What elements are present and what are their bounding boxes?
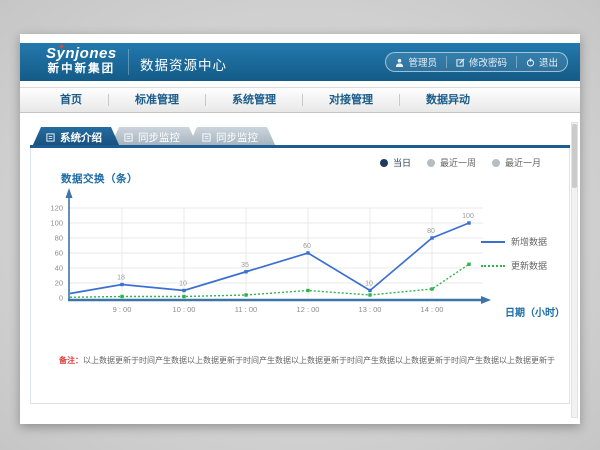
svg-text:80: 80 [427,228,435,235]
logout-label: 退出 [539,55,558,69]
tab-underline [30,145,570,148]
logout-button[interactable]: 退出 [516,56,567,68]
nav-item-4[interactable]: 对接管理 [303,88,399,112]
svg-text:11 : 00: 11 : 00 [235,305,257,314]
footnote: 备注：以上数据更新于时间产生数据以上数据更新于时间产生数据以上数据更新于时间产生… [59,355,561,366]
tab-label: 同步监控 [216,130,258,145]
x-axis-title: 日期（小时） [505,304,565,319]
brand-name-cn: 新中新集团 [46,62,117,77]
svg-text:18: 18 [117,275,125,282]
tab-bar: 系统介绍 同步监控 同步监控 [32,127,266,147]
radio-unselected-icon [427,159,435,167]
svg-text:12 : 00: 12 : 00 [297,305,320,314]
nav-item-1[interactable]: 首页 [34,88,108,112]
svg-text:80: 80 [55,234,63,243]
scrollbar-track[interactable] [571,122,578,418]
legend-line-sample [481,241,505,243]
legend-label: 新增数据 [511,235,547,248]
svg-text:35: 35 [241,262,249,269]
footnote-text: 以上数据更新于时间产生数据以上数据更新于时间产生数据以上数据更新于时间产生数据以… [83,356,555,365]
nav-item-3[interactable]: 系统管理 [206,88,302,112]
app-window: Synjones 新中新集团 数据资源中心 管理员 修改密码 [20,34,580,424]
svg-text:10 : 00: 10 : 00 [173,305,196,314]
user-menu[interactable]: 管理员 [386,56,446,68]
svg-text:120: 120 [50,204,63,213]
brand-name-en: Synjones [46,46,117,62]
user-name: 管理员 [408,55,437,69]
scrollbar-thumb[interactable] [572,124,577,188]
change-password-label: 修改密码 [469,55,507,69]
tab-2[interactable]: 同步监控 [110,127,198,147]
tab-doc-icon [46,133,55,142]
content-panel: 当日最近一周最近一月 数据交换（条） 0204060801001209 : 00… [30,147,570,404]
legend-line-sample [481,265,505,267]
change-password-button[interactable]: 修改密码 [446,56,516,68]
svg-text:14 : 00: 14 : 00 [421,305,444,314]
tab-label: 同步监控 [138,130,180,145]
svg-text:100: 100 [462,213,474,220]
header-divider [128,49,129,75]
tab-label: 系统介绍 [60,130,102,145]
tab-doc-icon [124,133,133,142]
legend-label: 更新数据 [511,259,547,272]
page-title: 数据资源中心 [140,54,227,74]
chart-legend: 新增数据更新数据 [481,235,547,272]
svg-text:10: 10 [179,281,187,288]
svg-text:100: 100 [50,219,63,228]
svg-text:60: 60 [55,249,63,258]
legend-item-2: 更新数据 [481,259,547,272]
legend-item-1: 新增数据 [481,235,547,248]
brand-text: Synjones [46,45,117,62]
svg-text:60: 60 [303,243,311,250]
radio-unselected-icon [492,159,500,167]
svg-text:10: 10 [365,281,373,288]
svg-text:20: 20 [55,279,63,288]
footnote-label: 备注： [59,356,83,365]
user-icon [395,58,404,67]
tab-1[interactable]: 系统介绍 [32,127,120,147]
svg-text:13 : 00: 13 : 00 [359,305,382,314]
main-nav: 首页标准管理系统管理对接管理数据异动 [20,87,580,113]
tab-3[interactable]: 同步监控 [188,127,276,147]
svg-text:40: 40 [55,264,63,273]
svg-text:0: 0 [59,294,63,303]
radio-selected-icon [380,159,388,167]
line-chart: 0 20 40 60 80 100 120 9 : 00 10 : 00 11 : 00 12 : … [41,167,511,319]
svg-text:9 : 00: 9 : 00 [113,305,132,314]
brand-logo: Synjones 新中新集团 [46,46,117,77]
edit-icon [456,58,465,67]
power-icon [526,58,535,67]
nav-item-2[interactable]: 标准管理 [109,88,205,112]
app-header: Synjones 新中新集团 数据资源中心 管理员 修改密码 [20,43,580,81]
nav-item-5[interactable]: 数据异动 [400,88,496,112]
tab-doc-icon [202,133,211,142]
user-toolbar: 管理员 修改密码 退出 [385,52,568,72]
